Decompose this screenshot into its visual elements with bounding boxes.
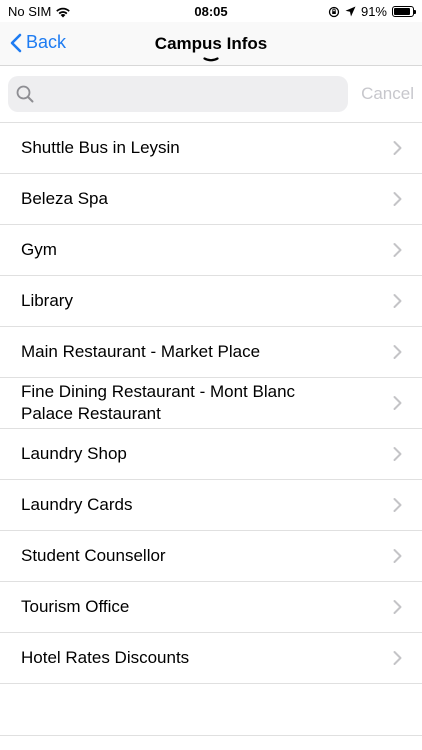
list-item[interactable]: Beleza Spa xyxy=(0,174,422,225)
search-row: Cancel xyxy=(8,76,414,112)
list-item[interactable]: Laundry Shop xyxy=(0,429,422,480)
chevron-right-icon xyxy=(393,141,402,155)
sheet-grabber-icon[interactable] xyxy=(203,57,219,63)
search-field[interactable] xyxy=(8,76,348,112)
list-item-label: Fine Dining Restaurant - Mont Blanc Pala… xyxy=(21,382,296,423)
list-item[interactable]: Library xyxy=(0,276,422,327)
list-item-label: Library xyxy=(21,291,73,310)
search-icon xyxy=(16,85,34,103)
bottom-divider xyxy=(0,735,422,736)
chevron-right-icon xyxy=(393,243,402,257)
chevron-right-icon xyxy=(393,651,402,665)
chevron-right-icon xyxy=(393,192,402,206)
orientation-lock-icon xyxy=(328,6,340,17)
list-item[interactable]: Gym xyxy=(0,225,422,276)
navigation-bar: Back Campus Infos xyxy=(0,22,422,66)
location-arrow-icon xyxy=(345,6,356,17)
chevron-right-icon xyxy=(393,600,402,614)
list-item-label: Laundry Shop xyxy=(21,444,127,463)
campus-info-list: Shuttle Bus in Leysin Beleza Spa Gym Librar… xyxy=(0,122,422,684)
battery-tip xyxy=(414,10,416,14)
page-title: Campus Infos xyxy=(154,34,268,53)
list-item[interactable]: Laundry Cards xyxy=(0,480,422,531)
list-item[interactable]: Main Restaurant - Market Place xyxy=(0,327,422,378)
battery-percent: 91% xyxy=(360,4,387,19)
cancel-button[interactable]: Cancel xyxy=(361,84,414,104)
chevron-right-icon xyxy=(393,498,402,512)
list-item-label: Main Restaurant - Market Place xyxy=(21,342,261,361)
list-item-label: Hotel Rates Discounts xyxy=(21,648,190,667)
list-item-label: Tourism Office xyxy=(21,597,130,616)
list-item[interactable]: Hotel Rates Discounts xyxy=(0,633,422,684)
status-right: 91% xyxy=(328,4,416,19)
list-item-label: Gym xyxy=(21,240,57,259)
list-item[interactable]: Fine Dining Restaurant - Mont Blanc Pala… xyxy=(0,378,422,429)
list-item-label: Shuttle Bus in Leysin xyxy=(21,138,180,157)
chevron-right-icon xyxy=(393,549,402,563)
status-bar: No SIM 08:05 91% xyxy=(0,0,422,22)
chevron-right-icon xyxy=(393,294,402,308)
list-item[interactable]: Shuttle Bus in Leysin xyxy=(0,123,422,174)
list-item[interactable]: Student Counsellor xyxy=(0,531,422,582)
chevron-right-icon xyxy=(393,447,402,461)
list-item[interactable]: Tourism Office xyxy=(0,582,422,633)
chevron-right-icon xyxy=(393,396,402,410)
battery-fill xyxy=(394,8,411,15)
list-item-label: Laundry Cards xyxy=(21,495,133,514)
battery-icon xyxy=(392,6,416,17)
chevron-right-icon xyxy=(393,345,402,359)
list-item-label: Student Counsellor xyxy=(21,546,166,565)
search-input[interactable] xyxy=(40,85,340,103)
list-item-label: Beleza Spa xyxy=(21,189,108,208)
